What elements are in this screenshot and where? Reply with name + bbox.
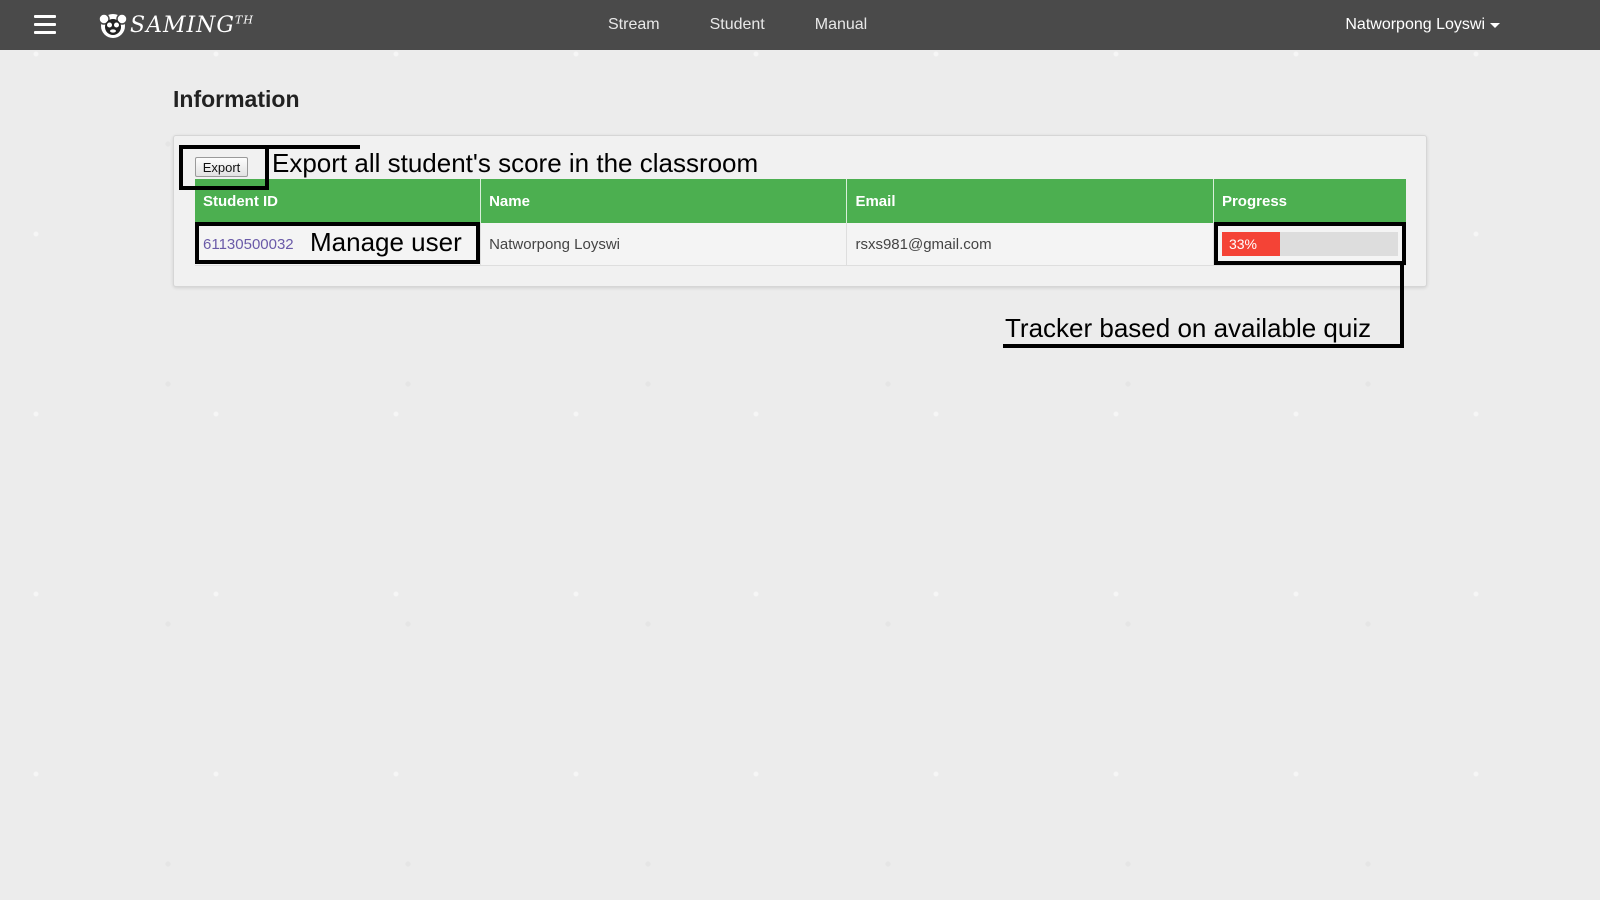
student-email-cell: rsxs981@gmail.com bbox=[846, 223, 1214, 266]
nav-link-manual[interactable]: Manual bbox=[815, 16, 867, 34]
column-header-email: Email bbox=[846, 179, 1214, 223]
student-name-cell: Natworpong Loyswi bbox=[480, 223, 848, 266]
hamburger-menu-icon[interactable] bbox=[34, 15, 56, 35]
user-name: Natworpong Loyswi bbox=[1345, 16, 1485, 33]
top-navbar: SAMINGTH Stream Student Manual Natworpon… bbox=[0, 0, 1600, 50]
monkey-logo-icon bbox=[98, 13, 128, 38]
annotation-manage-user: Manage user bbox=[310, 227, 462, 257]
logo-wordmark: SAMINGTH bbox=[130, 12, 254, 38]
student-id-link[interactable]: 61130500032 bbox=[203, 236, 294, 253]
main-nav: Stream Student Manual bbox=[608, 0, 917, 50]
app-logo[interactable]: SAMINGTH bbox=[98, 9, 254, 41]
caret-down-icon bbox=[1490, 22, 1500, 28]
column-header-student-id: Student ID bbox=[195, 179, 482, 223]
annotation-tracker: Tracker based on available quiz bbox=[1005, 313, 1372, 343]
annotation-export: Export all student's score in the classr… bbox=[272, 148, 759, 178]
progress-cell: 33% bbox=[1213, 223, 1406, 266]
nav-link-stream[interactable]: Stream bbox=[608, 16, 660, 34]
user-menu-dropdown[interactable]: Natworpong Loyswi bbox=[1345, 0, 1500, 50]
progress-bar: 33% bbox=[1221, 232, 1398, 256]
column-header-progress: Progress bbox=[1213, 179, 1406, 223]
annotation-line-tracker-horizontal bbox=[1003, 344, 1404, 348]
nav-link-student[interactable]: Student bbox=[710, 16, 765, 34]
table-header-row: Student ID Name Email Progress bbox=[195, 179, 1406, 223]
column-header-name: Name bbox=[480, 179, 848, 223]
export-button[interactable]: Export bbox=[195, 157, 248, 177]
progress-bar-fill: 33% bbox=[1221, 232, 1281, 256]
page-title: Information bbox=[173, 86, 300, 112]
